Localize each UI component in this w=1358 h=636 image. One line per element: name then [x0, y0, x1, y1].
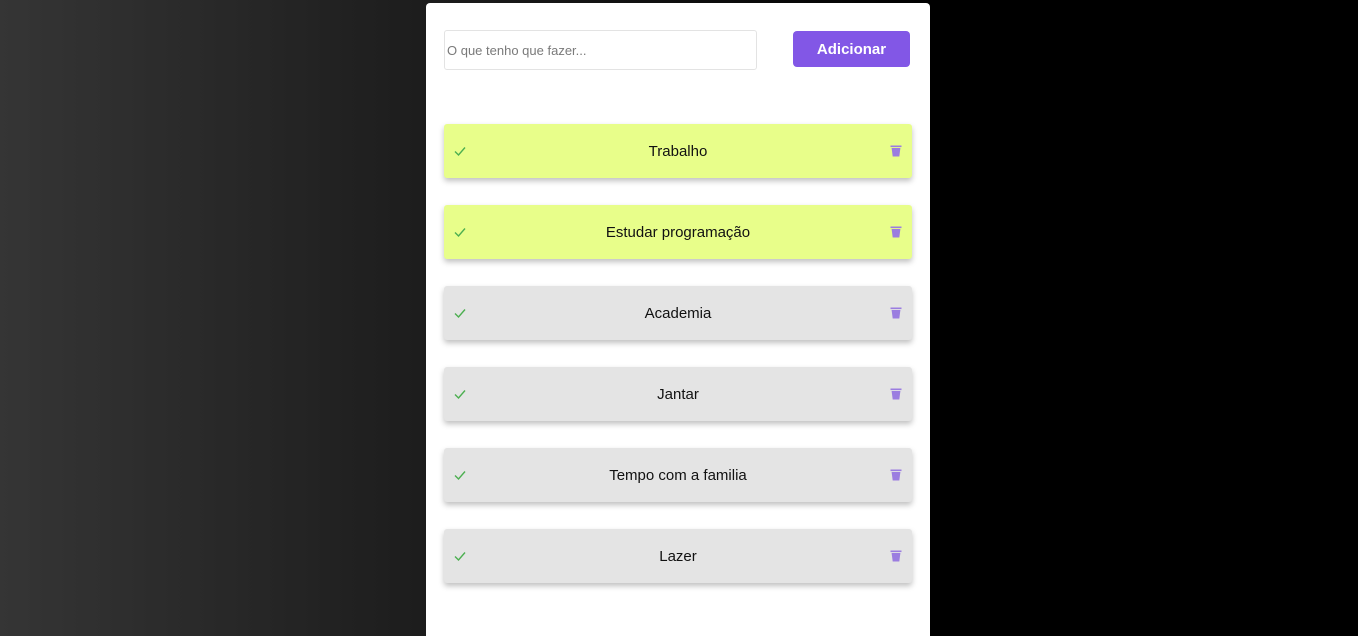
task-input[interactable]	[444, 30, 757, 70]
trash-icon[interactable]	[890, 226, 902, 238]
task-item: Estudar programação	[444, 205, 912, 259]
task-label: Academia	[644, 304, 712, 322]
task-item: Jantar	[444, 367, 912, 421]
task-label: Estudar programação	[605, 223, 751, 241]
check-icon[interactable]	[453, 144, 467, 158]
task-item: Academia	[444, 286, 912, 340]
task-label: Tempo com a familia	[609, 466, 747, 484]
trash-icon[interactable]	[890, 145, 902, 157]
add-button[interactable]: Adicionar	[793, 31, 910, 67]
add-task-form: Adicionar	[444, 30, 910, 70]
task-item: Lazer	[444, 529, 912, 583]
task-item: Trabalho	[444, 124, 912, 178]
check-icon[interactable]	[453, 306, 467, 320]
task-label: Lazer	[659, 547, 697, 565]
task-list: Trabalho Estudar programação Academia Ja…	[444, 124, 912, 610]
trash-icon[interactable]	[890, 307, 902, 319]
todo-card: Adicionar Trabalho Estudar programação	[426, 3, 930, 636]
task-label: Jantar	[657, 385, 699, 403]
check-icon[interactable]	[453, 387, 467, 401]
trash-icon[interactable]	[890, 469, 902, 481]
task-label: Trabalho	[648, 142, 708, 160]
check-icon[interactable]	[453, 468, 467, 482]
check-icon[interactable]	[453, 549, 467, 563]
trash-icon[interactable]	[890, 550, 902, 562]
check-icon[interactable]	[453, 225, 467, 239]
trash-icon[interactable]	[890, 388, 902, 400]
task-item: Tempo com a familia	[444, 448, 912, 502]
